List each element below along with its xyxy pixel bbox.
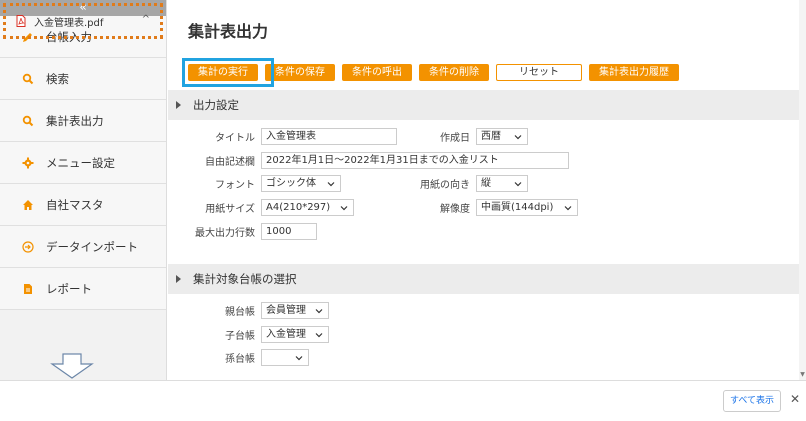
execute-button[interactable]: 集計の実行	[188, 64, 258, 81]
page-title: 集計表出力	[188, 22, 269, 41]
orientation-select-value: 縦	[481, 178, 491, 189]
vertical-scrollbar[interactable]: ▼	[799, 0, 806, 380]
title-input[interactable]: 入金管理表	[261, 128, 397, 145]
sidebar-item-label: レポート	[46, 281, 92, 296]
chevron-down-icon	[514, 134, 522, 139]
scroll-down-icon[interactable]: ▼	[799, 371, 806, 378]
chevron-down-icon	[315, 332, 323, 337]
child-ledger-select[interactable]: 入金管理	[261, 326, 329, 343]
sidebar-item-label: 検索	[46, 71, 69, 86]
sidebar-item-company-master[interactable]: 自社マスタ	[0, 184, 166, 226]
free-text-label: 自由記述欄	[205, 157, 255, 168]
download-bar	[0, 380, 806, 421]
child-ledger-select-value: 入金管理	[266, 329, 306, 340]
save-conditions-button[interactable]: 条件の保存	[265, 64, 335, 81]
pdf-file-icon	[16, 15, 26, 27]
download-file-name: 入金管理表.pdf	[34, 17, 104, 29]
paper-size-label: 用紙サイズ	[205, 204, 255, 215]
sidebar-item-aggregate-output[interactable]: 集計表出力	[0, 100, 166, 142]
sidebar-item-report[interactable]: レポート	[0, 268, 166, 310]
resolution-label: 解像度	[440, 204, 470, 215]
chevron-down-icon	[340, 205, 348, 210]
document-icon	[22, 283, 34, 295]
section-title: 集計対象台帳の選択	[193, 272, 297, 286]
reset-button[interactable]: リセット	[496, 64, 582, 81]
date-label: 作成日	[440, 133, 470, 144]
output-settings-header[interactable]: 出力設定	[168, 90, 799, 120]
chevron-up-icon[interactable]: ^	[142, 14, 150, 25]
delete-conditions-button[interactable]: 条件の削除	[419, 64, 489, 81]
sidebar-item-label: データインポート	[46, 239, 138, 254]
sidebar-item-label: 集計表出力	[46, 113, 104, 128]
free-text-input[interactable]: 2022年1月1日～2022年1月31日までの入金リスト	[261, 152, 569, 169]
search-icon	[22, 115, 34, 127]
main-panel: 集計表出力 集計の実行 条件の保存 条件の呼出 条件の削除 リセット 集計表出力…	[168, 0, 799, 380]
load-conditions-button[interactable]: 条件の呼出	[342, 64, 412, 81]
down-arrow-icon	[50, 353, 94, 379]
date-select[interactable]: 西暦	[476, 128, 528, 145]
parent-ledger-select-value: 会員管理	[266, 305, 306, 316]
font-select-value: ゴシック体	[266, 178, 316, 189]
chevron-down-icon	[327, 181, 335, 186]
sidebar-item-search[interactable]: 検索	[0, 58, 166, 100]
import-icon	[22, 240, 34, 253]
chevron-down-icon	[315, 308, 323, 313]
toolbar: 集計の実行 条件の保存 条件の呼出 条件の削除 リセット 集計表出力履歴	[188, 64, 686, 81]
chevron-down-icon	[514, 181, 522, 186]
paper-size-select[interactable]: A4(210*297)	[261, 199, 354, 216]
orientation-select[interactable]: 縦	[476, 175, 528, 192]
max-rows-input[interactable]: 1000	[261, 223, 317, 240]
section-title: 出力設定	[193, 98, 239, 112]
date-select-value: 西暦	[481, 131, 501, 142]
sidebar-item-label: 自社マスタ	[46, 197, 104, 212]
sidebar-item-menu-settings[interactable]: メニュー設定	[0, 142, 166, 184]
child-ledger-label: 子台帳	[225, 331, 255, 342]
search-icon	[22, 73, 34, 85]
sidebar: « 台帳入力 検索 集計表出力 メニュー設定 自社マスタ データインポート レポ…	[0, 0, 167, 380]
resolution-select-value: 中画質(144dpi)	[481, 202, 554, 213]
paper-size-select-value: A4(210*297)	[266, 202, 331, 213]
sidebar-item-label: メニュー設定	[46, 155, 115, 170]
output-history-button[interactable]: 集計表出力履歴	[589, 64, 679, 81]
sidebar-item-data-import[interactable]: データインポート	[0, 226, 166, 268]
target-ledger-header[interactable]: 集計対象台帳の選択	[168, 264, 799, 294]
grandchild-ledger-select[interactable]	[261, 349, 309, 366]
close-icon[interactable]: ✕	[790, 392, 800, 406]
resolution-select[interactable]: 中画質(144dpi)	[476, 199, 578, 216]
grandchild-ledger-label: 孫台帳	[225, 354, 255, 365]
home-icon	[22, 199, 34, 211]
font-select[interactable]: ゴシック体	[261, 175, 341, 192]
parent-ledger-select[interactable]: 会員管理	[261, 302, 329, 319]
orientation-label: 用紙の向き	[420, 180, 470, 191]
expand-triangle-icon	[176, 275, 181, 283]
chevron-down-icon	[295, 355, 303, 360]
title-label: タイトル	[215, 133, 255, 144]
max-rows-label: 最大出力行数	[195, 228, 255, 239]
font-label: フォント	[215, 180, 255, 191]
gear-icon	[22, 157, 34, 169]
show-all-button[interactable]: すべて表示	[723, 390, 781, 412]
parent-ledger-label: 親台帳	[225, 307, 255, 318]
chevron-down-icon	[564, 205, 572, 210]
download-item[interactable]: 入金管理表.pdf ^	[3, 3, 163, 39]
expand-triangle-icon	[176, 101, 181, 109]
